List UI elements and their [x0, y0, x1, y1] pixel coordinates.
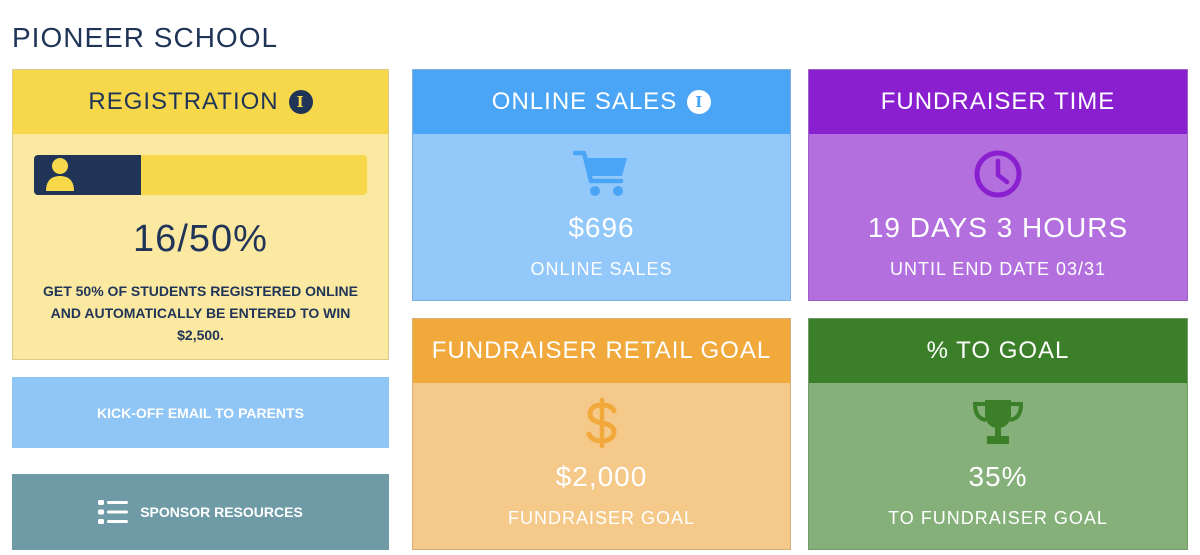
fundraiser-time-label: UNTIL END DATE 03/31	[889, 259, 1107, 279]
percent-goal-card: % TO GOAL 35% TO FUNDRAISER GOAL	[808, 318, 1188, 550]
trophy-icon	[972, 400, 1024, 444]
online-sales-body: $696 ONLINE SALES	[413, 134, 790, 300]
sponsor-resources-button[interactable]: SPONSOR RESOURCES	[12, 474, 389, 550]
online-sales-label: ONLINE SALES	[530, 259, 673, 279]
kickoff-email-button[interactable]: KICK-OFF EMAIL TO PARENTS	[12, 377, 389, 448]
list-icon	[98, 500, 129, 524]
cart-icon	[572, 150, 627, 196]
retail-goal-body: $2,000 FUNDRAISER GOAL	[413, 383, 790, 549]
fundraiser-time-body: 19 DAYS 3 HOURS UNTIL END DATE 03/31	[809, 134, 1187, 300]
percent-goal-header: % TO GOAL	[809, 319, 1187, 383]
retail-goal-title: FUNDRAISER RETAIL GOAL	[431, 337, 772, 364]
online-sales-value: $696	[568, 212, 635, 243]
retail-goal-value: $2,000	[555, 461, 648, 492]
retail-goal-card: FUNDRAISER RETAIL GOAL $2,000 FUNDRAISER…	[412, 318, 791, 550]
dollar-icon	[586, 397, 617, 449]
registration-value: 16/50%	[133, 218, 268, 260]
info-icon[interactable]: i	[687, 90, 712, 114]
percent-goal-body: 35% TO FUNDRAISER GOAL	[809, 383, 1187, 549]
retail-goal-label: FUNDRAISER GOAL	[507, 508, 696, 528]
fundraiser-time-value: 19 DAYS 3 HOURS	[867, 212, 1129, 243]
percent-goal-label: TO FUNDRAISER GOAL	[888, 508, 1108, 528]
percent-goal-title: % TO GOAL	[926, 337, 1070, 364]
clock-icon	[974, 150, 1022, 198]
online-sales-card: ONLINE SALES i $696 ONLINE SALES	[412, 69, 791, 301]
retail-goal-header: FUNDRAISER RETAIL GOAL	[413, 319, 790, 383]
fundraiser-time-title: FUNDRAISER TIME	[880, 88, 1116, 115]
online-sales-header: ONLINE SALES i	[413, 70, 790, 134]
registration-progress-bar	[34, 155, 367, 195]
registration-title: REGISTRATION	[88, 88, 279, 115]
person-icon	[46, 158, 74, 191]
registration-description: GET 50% OF STUDENTS REGISTERED ONLINE AN…	[42, 283, 359, 343]
info-icon[interactable]: i	[288, 90, 313, 114]
online-sales-title: ONLINE SALES	[491, 88, 678, 115]
page-title: PIONEER SCHOOL	[12, 22, 279, 53]
fundraiser-time-card: FUNDRAISER TIME 19 DAYS 3 HOURS UNTIL EN…	[808, 69, 1188, 301]
percent-goal-value: 35%	[968, 461, 1028, 492]
registration-header: REGISTRATION i	[13, 70, 388, 134]
registration-card: REGISTRATION i 16/50% GET 50% OF STUDENT…	[12, 69, 389, 360]
kickoff-email-label: KICK-OFF EMAIL TO PARENTS	[97, 404, 304, 421]
fundraiser-time-header: FUNDRAISER TIME	[809, 70, 1187, 134]
sponsor-resources-label: SPONSOR RESOURCES	[140, 504, 303, 520]
